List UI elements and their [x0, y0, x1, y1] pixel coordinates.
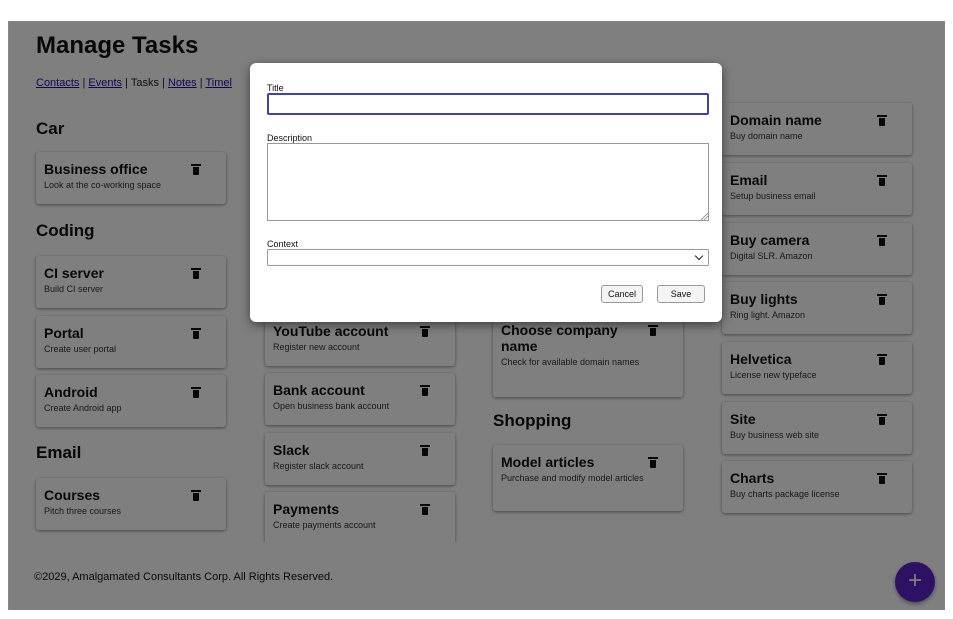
description-label: Description: [267, 133, 313, 143]
app-frame: Manage Tasks Contacts | Events | Tasks |…: [8, 21, 945, 610]
new-task-dialog: Title Description Context Cancel Save: [250, 63, 722, 322]
context-select[interactable]: [267, 249, 709, 266]
title-input[interactable]: [267, 93, 709, 115]
context-label: Context: [267, 239, 299, 249]
chevron-down-icon: [694, 251, 704, 261]
description-textarea[interactable]: [267, 143, 709, 221]
save-button[interactable]: Save: [657, 285, 705, 303]
cancel-button[interactable]: Cancel: [601, 285, 643, 303]
title-label: Title: [267, 83, 284, 93]
resize-grip-icon[interactable]: [701, 213, 708, 220]
